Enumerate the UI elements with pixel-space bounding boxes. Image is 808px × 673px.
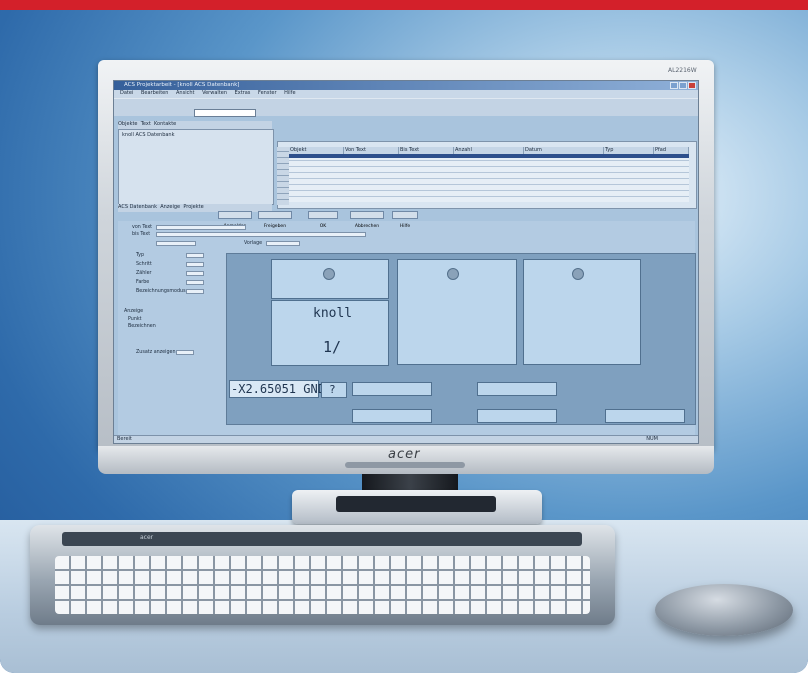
column-header[interactable]: Pfad (654, 147, 689, 154)
close-button[interactable] (688, 82, 696, 89)
schritt-label: Schritt (136, 262, 152, 267)
table-row-headers (277, 147, 289, 205)
unknown-marker: ? (329, 383, 336, 396)
menu-item[interactable]: Fenster (258, 90, 277, 96)
menu-item[interactable]: Hilfe (284, 90, 295, 96)
menu-item[interactable]: Bearbeiten (141, 90, 168, 96)
brand-banner (0, 0, 808, 10)
menu-item[interactable]: Datei (120, 90, 133, 96)
bis-text-field[interactable] (156, 232, 366, 237)
farbe-label: Farbe (136, 280, 150, 285)
menu-bar: Datei Bearbeiten Ansicht Verwalten Extra… (114, 90, 698, 98)
vorlage-select[interactable] (266, 241, 300, 246)
tab-acs-datenbank[interactable]: ACS Datenbank (118, 204, 157, 210)
column-header[interactable]: Anzahl (454, 147, 524, 154)
bezeichnen-radio[interactable]: Bezeichnen (128, 324, 156, 329)
column-header[interactable]: Datum (524, 147, 604, 154)
schematic-canvas[interactable]: knoll 1/ -X2.65051 GND ? (226, 253, 696, 425)
punkt-radio[interactable]: Punkt (128, 317, 142, 322)
status-text: Bereit (117, 436, 132, 442)
von-text-label: von Text (132, 225, 153, 230)
bis-text-label: bis Text (132, 232, 151, 237)
minimize-button[interactable] (670, 82, 678, 89)
vorlage-label: Vorlage (244, 241, 263, 246)
column-header[interactable]: Objekt (289, 147, 344, 154)
zaehler-label: Zähler (136, 271, 152, 276)
maximize-button[interactable] (679, 82, 687, 89)
typ-field[interactable] (186, 253, 204, 258)
zaehler-field[interactable] (186, 271, 204, 276)
bezeichnung-field[interactable] (186, 289, 204, 294)
app-title: ACS Projektarbeit - [knoll ACS Datenbank… (124, 82, 240, 88)
monitor-button-strip (345, 462, 465, 468)
table-rows[interactable] (289, 158, 689, 202)
tree-panel: knoll ACS Datenbank (118, 129, 274, 205)
window-controls (670, 82, 696, 89)
app-titlebar: ACS Projektarbeit - [knoll ACS Datenbank… (114, 81, 698, 90)
monitor-screen: ACS Projektarbeit - [knoll ACS Datenbank… (113, 80, 699, 444)
connector-label: -X2.65051 GND (231, 382, 325, 396)
stand-base-top (336, 496, 496, 512)
left-tab-bar: Objekte Text Kontakte (118, 121, 272, 129)
monitor-brand-logo: acer (388, 447, 421, 462)
anmelden-button[interactable]: Anmelden (218, 211, 252, 229)
status-bar: Bereit NUM (114, 435, 698, 443)
keyboard-key-rows (55, 556, 590, 614)
von-text-field[interactable] (156, 225, 246, 230)
table-header: Objekt Von Text Bis Text Anzahl Datum Ty… (289, 147, 689, 154)
schritt-field[interactable] (186, 262, 204, 267)
status-num: NUM (646, 436, 658, 442)
form-button-row: Anmelden Freigeben OK Abbrechen Hilfe (118, 211, 695, 229)
keyboard-brand: acer (140, 534, 154, 541)
anzeige-label: Anzeige (124, 309, 144, 314)
column-header[interactable]: Von Text (344, 147, 399, 154)
terminal-box[interactable] (477, 382, 557, 396)
terminal-box[interactable] (477, 409, 557, 423)
ok-button[interactable]: OK (308, 211, 338, 229)
zusatz-checkbox[interactable]: Zusatz anzeigen (136, 350, 176, 355)
terminal-box[interactable] (352, 409, 432, 423)
tab-objekte[interactable]: Objekte (118, 121, 138, 127)
typ-label: Typ (136, 253, 145, 258)
menu-item[interactable]: Verwalten (202, 90, 227, 96)
tree-root-item[interactable]: knoll ACS Datenbank (122, 132, 273, 138)
terminal-box[interactable] (352, 382, 432, 396)
zusatz-field[interactable] (176, 350, 194, 355)
project-combo[interactable]: Wochen CAD/2013 (194, 109, 256, 127)
farbe-field[interactable] (186, 280, 204, 285)
menu-item[interactable]: Extras (235, 90, 251, 96)
hilfe-button[interactable]: Hilfe (392, 211, 418, 229)
card-label-knoll: knoll (313, 306, 353, 321)
mode-select[interactable] (156, 241, 196, 246)
card-label-index: 1/ (323, 338, 342, 356)
monitor-model-tag: AL2216W (668, 67, 697, 74)
tab-kontakte[interactable]: Kontakte (154, 121, 176, 127)
terminal-box[interactable] (605, 409, 685, 423)
tab-anzeige[interactable]: Anzeige (160, 204, 180, 210)
abbrechen-button[interactable]: Abbrechen (350, 211, 384, 229)
terminal-dot (572, 268, 584, 280)
bezeichnung-label: Bezeichnungsmodus (136, 289, 186, 294)
tab-projekte[interactable]: Projekte (183, 204, 203, 210)
terminal-dot (447, 268, 459, 280)
terminal-dot (323, 268, 335, 280)
freigeben-button[interactable]: Freigeben (258, 211, 292, 229)
column-header[interactable]: Bis Text (399, 147, 454, 154)
menu-item[interactable]: Ansicht (176, 90, 194, 96)
column-header[interactable]: Typ (604, 147, 654, 154)
mouse (655, 584, 793, 636)
tab-text[interactable]: Text (141, 121, 151, 127)
